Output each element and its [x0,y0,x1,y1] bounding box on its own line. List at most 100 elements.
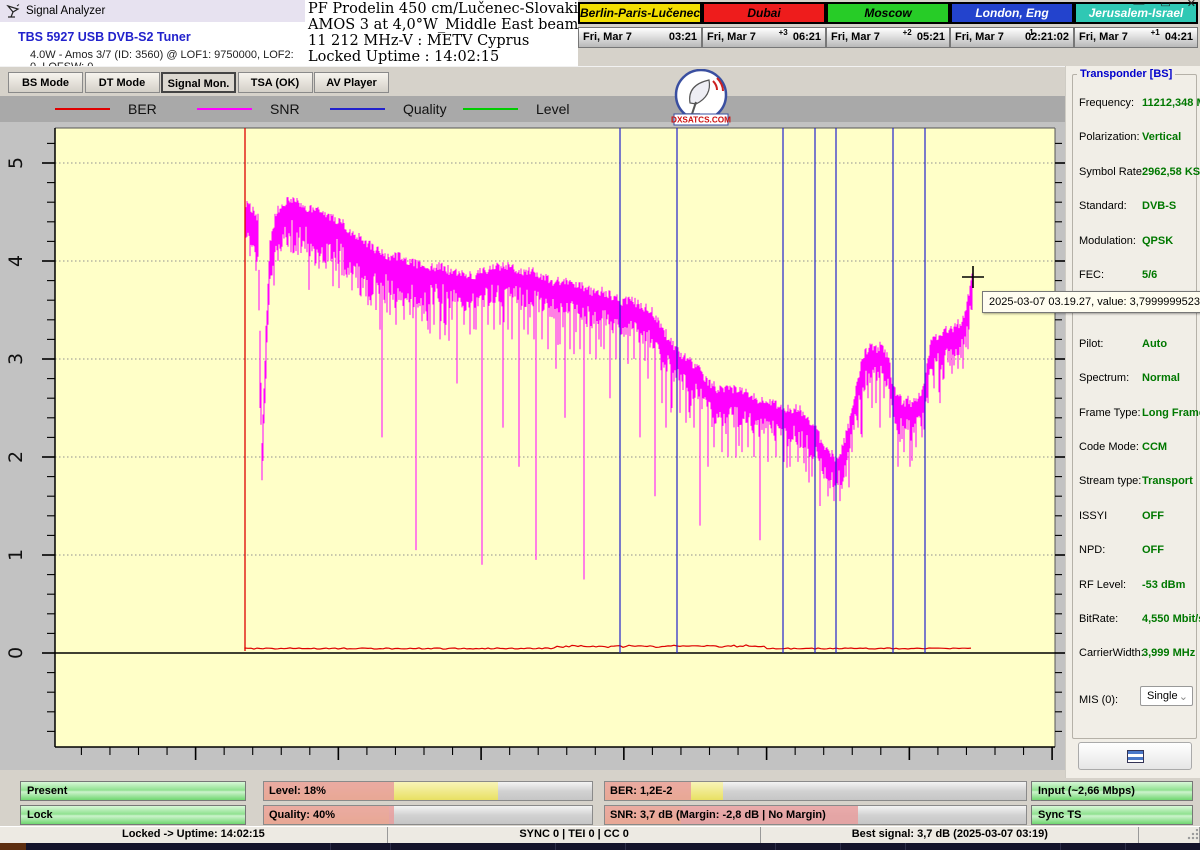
transponder-label: ISSYI [1079,510,1107,522]
legend-label: BER [128,101,157,117]
transponder-value: OFF [1142,510,1164,522]
transponder-row: Stream type:Transport [1066,475,1200,489]
header-note: PF Prodelin 450 cm/Lučenec-SlovakiaAMOS … [305,0,578,66]
transponder-value: DVB-S [1142,200,1176,212]
taskbar-separator [840,843,841,850]
transponder-row: Frame Type:Long Frame [1066,407,1200,421]
clock-time: 06:21 [793,31,821,43]
tab-dt-mode[interactable]: DT Mode [85,72,160,93]
transponder-row: Modulation:QPSK [1066,235,1200,249]
transponder-row: Code Mode:CCM [1066,441,1200,455]
transponder-row: Spectrum: Normal [1066,372,1200,386]
window-title: Signal Analyzer [26,5,105,17]
status-cell: Best signal: 3,7 dB (2025-03-07 03:19) [761,827,1139,843]
resize-grip[interactable] [1186,829,1198,841]
transponder-value: 2962,58 KS/s [1142,166,1200,178]
transponder-row: FEC:5/6 [1066,269,1200,283]
legend-line-level [463,108,518,110]
legend-line-quality [330,108,385,110]
transponder-row: Standard: DVB-S [1066,200,1200,214]
transponder-label: Standard: [1079,200,1127,212]
transponder-title: Transponder [BS] [1077,68,1175,80]
close-icon[interactable]: ✕ [1187,0,1196,10]
tab-bar: BS ModeDT ModeSignal Mon.TSA (OK)AV Play… [0,66,1065,96]
chevron-down-icon: ⌄ [1179,688,1188,706]
transponder-value: Auto [1142,338,1167,350]
capture-button[interactable] [1078,742,1192,770]
y-axis-label: 2 [5,451,27,463]
tab-tsa-ok-[interactable]: TSA (OK) [238,72,313,93]
transponder-value: 3,999 MHz [1142,647,1195,659]
maximize-icon[interactable]: ▭ [1160,0,1170,10]
header-note-line: PF Prodelin 450 cm/Lučenec-Slovakia [308,1,578,17]
transponder-row: NPD: OFF [1066,544,1200,558]
quality-bar: Quality: 40% [263,805,593,825]
tab-bs-mode[interactable]: BS Mode [8,72,83,93]
transponder-value: OFF [1142,544,1164,556]
legend-line-ber [55,108,110,110]
clock-city: Moscow [826,2,950,24]
transponder-value: Normal [1142,372,1180,384]
snr-bar: SNR: 3,7 dB (Margin: -2,8 dB | No Margin… [604,805,1027,825]
mis-dropdown[interactable]: Single ⌄ [1140,686,1193,706]
taskbar-separator [625,843,626,850]
taskbar-separator [905,843,906,850]
taskbar-separator [775,843,776,850]
transponder-row: BitRate:4,550 Mbit/s [1066,613,1200,627]
signal-chart[interactable]: 012345 [0,122,1065,770]
transponder-value: Long Frame [1142,407,1200,419]
taskbar-separator [1125,843,1126,850]
clock-time: 04:21 [1165,31,1193,43]
clock-time-row: Fri, Mar 7+104:21 [1074,27,1198,48]
tab-av-player[interactable]: AV Player [314,72,389,93]
taskbar-separator [555,843,556,850]
transponder-label: Spectrum: [1079,372,1129,384]
minimize-icon[interactable]: — [1133,0,1144,10]
quality-bar-label: Quality: 40% [269,806,335,824]
window-controls: — ▭ ✕ [1133,0,1196,10]
clock-time-row: Fri, Mar 703:21 [578,27,702,48]
clock-panel: DubaiFri, Mar 7+306:21 [702,2,826,48]
header-note-line: 11 212 MHz-V : METV Cyprus [308,33,578,49]
transponder-value: 11212,348 MHz [1142,97,1200,109]
clock-date: Fri, Mar 7 [831,31,880,43]
clock-time-row: Fri, Mar 7+306:21 [702,27,826,48]
transponder-label: RF Level: [1079,579,1126,591]
snr-bar-label: SNR: 3,7 dB (Margin: -2,8 dB | No Margin… [610,806,826,824]
status-cell: SYNC 0 | TEI 0 | CC 0 [388,827,762,843]
transponder-value: Vertical [1142,131,1181,143]
stripes-icon [1127,750,1144,763]
clock-panel: MoscowFri, Mar 7+205:21 [826,2,950,48]
world-clocks: Berlin-Paris-LučenecFri, Mar 703:21Dubai… [578,0,1200,66]
mis-label: MIS (0): [1079,694,1118,706]
legend-label: Quality [403,101,447,117]
transponder-row: Symbol Rate:2962,58 KS/s [1066,166,1200,180]
transponder-label: Symbol Rate: [1079,166,1145,178]
clock-time-row: Fri, Mar 7-102:21:02 [950,27,1074,48]
clock-time: 03:21 [669,31,697,43]
present-indicator: Present [20,781,246,801]
clock-time: 05:21 [917,31,945,43]
chart-legend: BERSNRQualityLevel [0,96,1065,122]
transponder-label: Pilot: [1079,338,1103,350]
clock-date: Fri, Mar 7 [707,31,756,43]
transponder-value: CCM [1142,441,1167,453]
transponder-label: FEC: [1079,269,1104,281]
clock-city: London, Eng [950,2,1074,24]
level-bar-label: Level: 18% [269,782,326,800]
y-axis-label: 1 [5,549,27,561]
transponder-label: Frequency: [1079,97,1134,109]
taskbar-strip [0,843,1200,850]
transponder-row: Frequency: 11212,348 MHz [1066,97,1200,111]
taskbar-separator [1060,843,1061,850]
status-cell: Locked -> Uptime: 14:02:15 [0,827,388,843]
header-note-line: AMOS 3 at 4,0°W_Middle East beam [308,17,578,33]
lock-indicator: Lock [20,805,246,825]
legend-label: SNR [270,101,300,117]
transponder-label: NPD: [1079,544,1105,556]
clock-time: 02:21:02 [1025,31,1069,43]
tuner-info-panel: TBS 5927 USB DVB-S2 Tuner 4.0W - Amos 3/… [0,22,305,66]
tab-signal-mon-[interactable]: Signal Mon. [161,72,236,93]
taskbar-corner [0,843,26,850]
transponder-label: Frame Type: [1079,407,1141,419]
